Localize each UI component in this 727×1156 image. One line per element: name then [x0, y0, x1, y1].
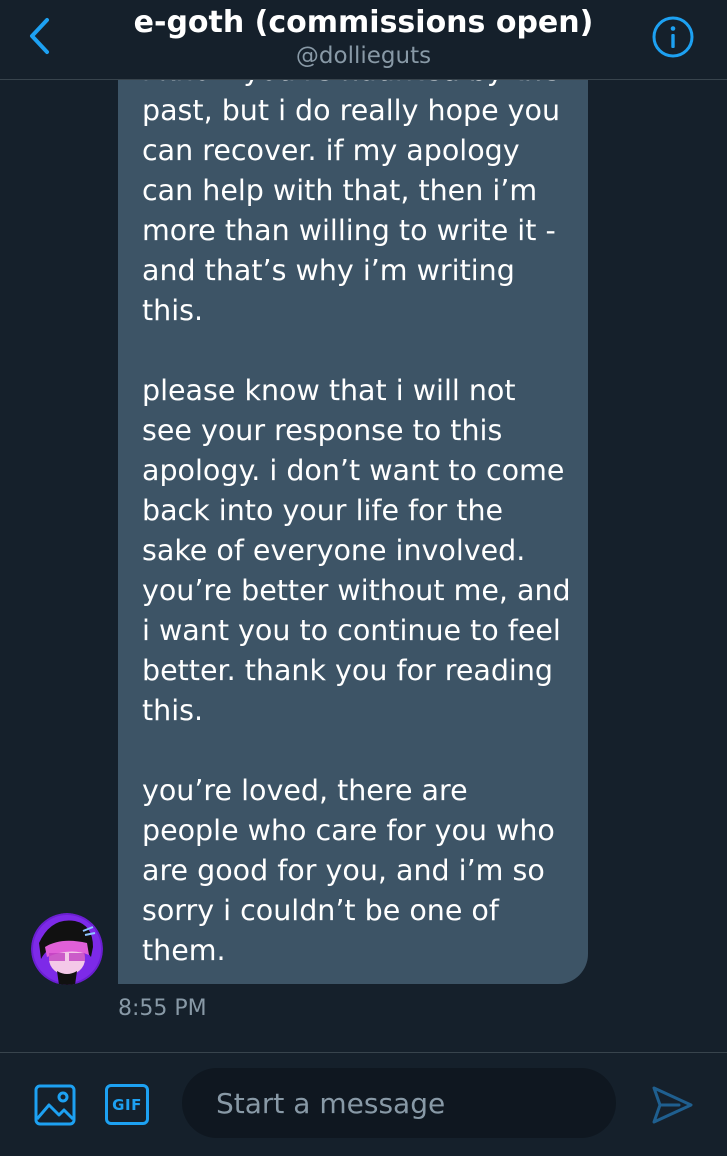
- message-timestamp: 8:55 PM: [118, 996, 207, 1021]
- dm-conversation-screen: e-goth (commissions open) @dollieguts i …: [0, 0, 727, 1156]
- image-icon: [34, 1084, 76, 1126]
- message-list[interactable]: i know you're haunted by the past, but i…: [0, 80, 727, 1052]
- gif-label: GIF: [112, 1095, 142, 1114]
- message-composer: GIF: [0, 1052, 727, 1156]
- message-input[interactable]: [182, 1068, 616, 1138]
- chevron-left-icon: [30, 18, 49, 54]
- conversation-header: e-goth (commissions open) @dollieguts: [0, 0, 727, 80]
- conversation-title: e-goth (commissions open): [133, 5, 594, 40]
- message-bubble[interactable]: i know you're haunted by the past, but i…: [118, 80, 588, 984]
- back-button[interactable]: [18, 14, 62, 58]
- send-button[interactable]: [648, 1081, 696, 1129]
- send-icon: [652, 1086, 693, 1124]
- conversation-handle: @dollieguts: [295, 43, 432, 69]
- avatar[interactable]: [31, 913, 103, 985]
- add-gif-button[interactable]: GIF: [105, 1084, 149, 1125]
- conversation-title-block[interactable]: e-goth (commissions open) @dollieguts: [100, 4, 627, 70]
- add-photo-button[interactable]: [32, 1082, 78, 1128]
- message-text: i know you're haunted by the past, but i…: [142, 80, 571, 967]
- info-icon: [652, 16, 694, 58]
- info-button[interactable]: [650, 14, 696, 60]
- avatar-image: [31, 913, 103, 985]
